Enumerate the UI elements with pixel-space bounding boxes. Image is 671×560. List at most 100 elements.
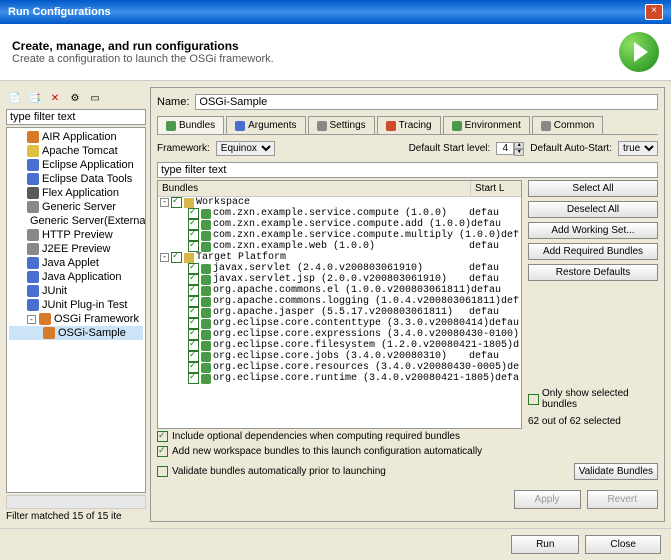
close-button[interactable]: Close bbox=[585, 535, 661, 554]
close-icon[interactable]: × bbox=[645, 4, 663, 20]
tree-item[interactable]: Apache Tomcat bbox=[9, 144, 143, 158]
tree-item-label: OSGi Framework bbox=[54, 313, 139, 325]
deselect-all-button[interactable]: Deselect All bbox=[528, 201, 658, 218]
new-config-icon[interactable]: 📄 bbox=[6, 89, 24, 107]
bundle-label: com.zxn.example.service.compute (1.0.0) bbox=[213, 208, 447, 219]
delete-config-icon[interactable]: ✕ bbox=[46, 89, 64, 107]
tree-item[interactable]: JUnit bbox=[9, 284, 143, 298]
tree-item-label: Java Applet bbox=[42, 257, 99, 269]
framework-select[interactable]: Equinox bbox=[216, 141, 275, 156]
bundle-col-bundles[interactable]: Bundles bbox=[158, 181, 471, 196]
config-type-icon bbox=[27, 257, 39, 269]
bundle-label: org.apache.jasper (5.5.17.v200803061811) bbox=[213, 307, 453, 318]
tab-arguments[interactable]: Arguments bbox=[226, 116, 305, 134]
add-required-button[interactable]: Add Required Bundles bbox=[528, 243, 658, 260]
bundle-col-start[interactable]: Start L bbox=[471, 181, 521, 196]
bundle-row[interactable]: org.eclipse.core.runtime (3.4.0.v2008042… bbox=[158, 373, 521, 384]
bundle-group[interactable]: - Workspace bbox=[158, 197, 521, 208]
framework-label: Framework: bbox=[157, 143, 210, 154]
tree-item[interactable]: Flex Application bbox=[9, 186, 143, 200]
duplicate-config-icon[interactable]: 📑 bbox=[26, 89, 44, 107]
config-tree[interactable]: AIR ApplicationApache TomcatEclipse Appl… bbox=[6, 127, 146, 493]
bundle-row[interactable]: com.zxn.example.web (1.0.0)defau bbox=[158, 241, 521, 252]
folder-icon bbox=[184, 198, 194, 208]
tab-settings[interactable]: Settings bbox=[308, 116, 375, 134]
bundle-row[interactable]: org.eclipse.core.jobs (3.4.0.v20080310)d… bbox=[158, 351, 521, 362]
revert-button[interactable]: Revert bbox=[587, 490, 658, 509]
bundle-label: org.eclipse.core.jobs (3.4.0.v20080310) bbox=[213, 351, 447, 362]
tree-item[interactable]: J2EE Preview bbox=[9, 242, 143, 256]
tree-scrollbar[interactable] bbox=[6, 495, 146, 509]
tab-environment[interactable]: Environment bbox=[443, 116, 530, 134]
config-type-icon bbox=[27, 299, 39, 311]
select-all-button[interactable]: Select All bbox=[528, 180, 658, 197]
bundle-table[interactable]: Bundles Start L - Workspace com.zxn.exam… bbox=[157, 180, 522, 429]
bundle-row[interactable]: com.zxn.example.service.compute (1.0.0)d… bbox=[158, 208, 521, 219]
tab-common[interactable]: Common bbox=[532, 116, 604, 134]
tree-toolbar: 📄 📑 ✕ ⚙ ▭ bbox=[6, 87, 146, 109]
tree-item[interactable]: - OSGi Framework bbox=[9, 312, 143, 326]
add-working-set-button[interactable]: Add Working Set... bbox=[528, 222, 658, 239]
bundle-label: org.eclipse.core.resources (3.4.0.v20080… bbox=[213, 362, 507, 373]
tab-label: Bundles bbox=[179, 120, 215, 131]
auto-start-select[interactable]: true bbox=[618, 141, 658, 156]
bundle-row[interactable]: org.eclipse.core.expressions (3.4.0.v200… bbox=[158, 329, 521, 340]
validate-auto-checkbox[interactable] bbox=[157, 466, 168, 477]
only-show-checkbox[interactable] bbox=[528, 394, 539, 405]
tree-item[interactable]: Java Application bbox=[9, 270, 143, 284]
titlebar: Run Configurations × bbox=[0, 0, 671, 24]
bundle-row[interactable]: com.zxn.example.service.compute.multiply… bbox=[158, 230, 521, 241]
bundle-row[interactable]: javax.servlet.jsp (2.0.0.v200803061910)d… bbox=[158, 274, 521, 285]
bundle-row[interactable]: org.eclipse.core.resources (3.4.0.v20080… bbox=[158, 362, 521, 373]
expander-icon[interactable]: - bbox=[160, 198, 169, 207]
plugin-icon bbox=[201, 286, 211, 296]
auto-start-label: Default Auto-Start: bbox=[530, 143, 612, 154]
bundle-row[interactable]: com.zxn.example.service.compute.add (1.0… bbox=[158, 219, 521, 230]
validate-bundles-button[interactable]: Validate Bundles bbox=[574, 463, 658, 480]
collapse-icon[interactable]: ▭ bbox=[86, 89, 104, 107]
tab-label: Tracing bbox=[399, 120, 432, 131]
bundle-checkbox[interactable] bbox=[188, 241, 199, 252]
start-level-spinner[interactable]: ▴▾ bbox=[496, 142, 524, 156]
filter-config-icon[interactable]: ⚙ bbox=[66, 89, 84, 107]
bundle-row[interactable]: org.eclipse.core.contenttype (3.3.0.v200… bbox=[158, 318, 521, 329]
tree-item[interactable]: Eclipse Data Tools bbox=[9, 172, 143, 186]
bundle-checkbox[interactable] bbox=[171, 197, 182, 208]
tab-bundles[interactable]: Bundles bbox=[157, 116, 224, 134]
bundle-row[interactable]: org.apache.jasper (5.5.17.v200803061811)… bbox=[158, 307, 521, 318]
dialog-footer: Run Close bbox=[0, 528, 671, 560]
bundle-row[interactable]: org.eclipse.core.filesystem (1.2.0.v2008… bbox=[158, 340, 521, 351]
include-optional-label: Include optional dependencies when compu… bbox=[172, 431, 460, 442]
tree-item-label: JUnit bbox=[42, 285, 67, 297]
plugin-icon bbox=[201, 352, 211, 362]
bundle-checkbox[interactable] bbox=[171, 252, 182, 263]
apply-button[interactable]: Apply bbox=[514, 490, 581, 509]
tree-item[interactable]: OSGi-Sample bbox=[9, 326, 143, 340]
add-workspace-checkbox[interactable] bbox=[157, 446, 168, 457]
tree-item[interactable]: AIR Application bbox=[9, 130, 143, 144]
bundle-row[interactable]: org.apache.commons.logging (1.0.4.v20080… bbox=[158, 296, 521, 307]
tree-item[interactable]: Generic Server(External bbox=[9, 214, 143, 228]
restore-defaults-button[interactable]: Restore Defaults bbox=[528, 264, 658, 281]
tree-item[interactable]: Generic Server bbox=[9, 200, 143, 214]
run-button[interactable]: Run bbox=[511, 535, 579, 554]
tab-tracing[interactable]: Tracing bbox=[377, 116, 441, 134]
bundle-checkbox[interactable] bbox=[188, 373, 199, 384]
bundle-group[interactable]: - Target Platform bbox=[158, 252, 521, 263]
tree-item[interactable]: Java Applet bbox=[9, 256, 143, 270]
include-optional-checkbox[interactable] bbox=[157, 431, 168, 442]
name-input[interactable] bbox=[195, 94, 658, 110]
tree-item[interactable]: HTTP Preview bbox=[9, 228, 143, 242]
bundle-row[interactable]: javax.servlet (2.4.0.v200803061910)defau bbox=[158, 263, 521, 274]
tree-item[interactable]: JUnit Plug-in Test bbox=[9, 298, 143, 312]
tree-item[interactable]: Eclipse Application bbox=[9, 158, 143, 172]
tree-filter-input[interactable] bbox=[6, 109, 146, 125]
bundle-row[interactable]: org.apache.commons.el (1.0.0.v2008030618… bbox=[158, 285, 521, 296]
tree-item-label: Generic Server bbox=[42, 201, 116, 213]
expander-icon[interactable]: - bbox=[160, 253, 169, 262]
name-label: Name: bbox=[157, 96, 189, 108]
expander-icon[interactable]: - bbox=[27, 315, 36, 324]
bundle-filter-input[interactable] bbox=[157, 162, 658, 178]
tabs: Bundles ArgumentsSettings Tracing Environme… bbox=[157, 116, 658, 135]
plugin-icon bbox=[201, 220, 211, 230]
